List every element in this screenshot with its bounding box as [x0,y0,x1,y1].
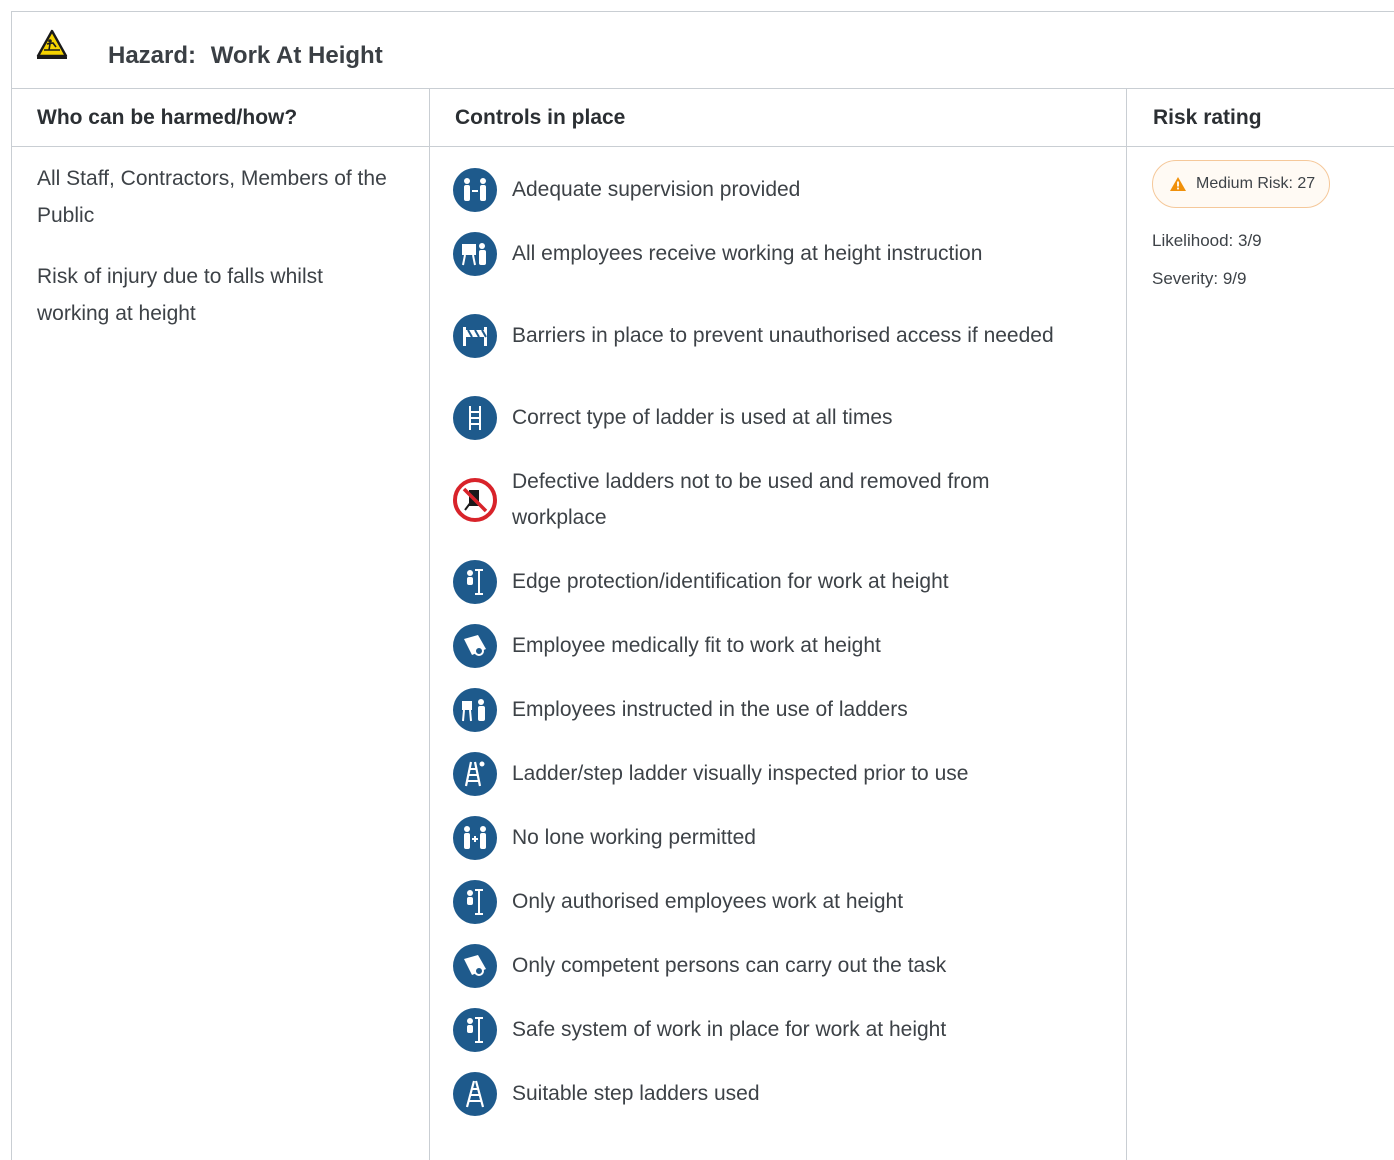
controls-list: Adequate supervision provided All employ… [453,158,1093,1126]
control-text: Only authorised employees work at height [512,890,904,913]
column-header-who: Who can be harmed/how? [37,106,298,129]
certificate-icon [453,944,497,988]
who-how: Risk of injury due to falls whilst worki… [37,265,323,325]
control-item: All employees receive working at height … [453,222,1093,286]
control-item: No lone working permitted [453,806,1093,870]
risk-cell: Medium Risk: 27 Likelihood: 3/9 Severity… [1152,160,1331,292]
warning-icon [1170,177,1186,191]
harness-icon [453,1008,497,1052]
column-divider [429,89,430,1160]
risk-likelihood: Likelihood: 3/9 [1152,231,1262,250]
column-divider [1126,89,1127,1160]
supervision-icon [453,168,497,212]
control-item: Edge protection/identification for work … [453,550,1093,614]
hazard-label: Hazard: [108,42,197,69]
control-text: Suitable step ladders used [512,1082,760,1105]
risk-badge-label: Medium Risk: 27 [1196,175,1316,192]
control-text: Employees instructed in the use of ladde… [512,698,908,721]
control-text: Correct type of ladder is used at all ti… [512,406,893,429]
fall-hazard-warning-icon [36,29,68,59]
table-header: Who can be harmed/how? Controls in place… [12,89,1394,147]
control-item: Suitable step ladders used [453,1062,1093,1126]
control-text: Adequate supervision provided [512,178,801,201]
control-text: Edge protection/identification for work … [512,570,949,593]
instruction-icon [453,232,497,276]
no-lone-working-icon [453,816,497,860]
control-text: Barriers in place to prevent unauthorise… [512,324,1054,347]
control-text: Only competent persons can carry out the… [512,954,947,977]
who-people: All Staff, Contractors, Members of the P… [37,167,387,227]
barrier-icon [453,314,497,358]
control-text: Ladder/step ladder visually inspected pr… [512,762,969,785]
control-item: Only authorised employees work at height [453,870,1093,934]
hazard-name: Work At Height [210,42,383,69]
control-item: Ladder/step ladder visually inspected pr… [453,742,1093,806]
step-ladder-inspect-icon [453,752,497,796]
control-text: Safe system of work in place for work at… [512,1018,947,1041]
control-text: All employees receive working at height … [512,242,983,265]
harness-icon [453,560,497,604]
control-item: Only competent persons can carry out the… [453,934,1093,998]
control-item: Adequate supervision provided [453,158,1093,222]
hazard-header: Hazard: Work At Height [12,12,1394,89]
control-item: Barriers in place to prevent unauthorise… [453,286,1093,386]
who-cell: All Staff, Contractors, Members of the P… [37,160,397,356]
control-item: Employee medically fit to work at height [453,614,1093,678]
control-text: No lone working permitted [512,826,756,849]
control-text: Defective ladders not to be used and rem… [512,470,990,529]
column-header-risk: Risk rating [1153,106,1262,129]
risk-badge: Medium Risk: 27 [1152,160,1331,208]
control-item: Correct type of ladder is used at all ti… [453,386,1093,450]
risk-severity: Severity: 9/9 [1152,269,1247,288]
hazard-title: Hazard: Work At Height [108,42,383,70]
control-item: Safe system of work in place for work at… [453,998,1093,1062]
control-item: Employees instructed in the use of ladde… [453,678,1093,742]
training-icon [453,688,497,732]
step-ladder-icon [453,1072,497,1116]
ladder-icon [453,396,497,440]
no-defective-ladder-icon [453,478,497,522]
control-text: Employee medically fit to work at height [512,634,881,657]
certificate-icon [453,624,497,668]
harness-icon [453,880,497,924]
control-item: Defective ladders not to be used and rem… [453,450,1093,550]
column-header-controls: Controls in place [455,106,626,129]
